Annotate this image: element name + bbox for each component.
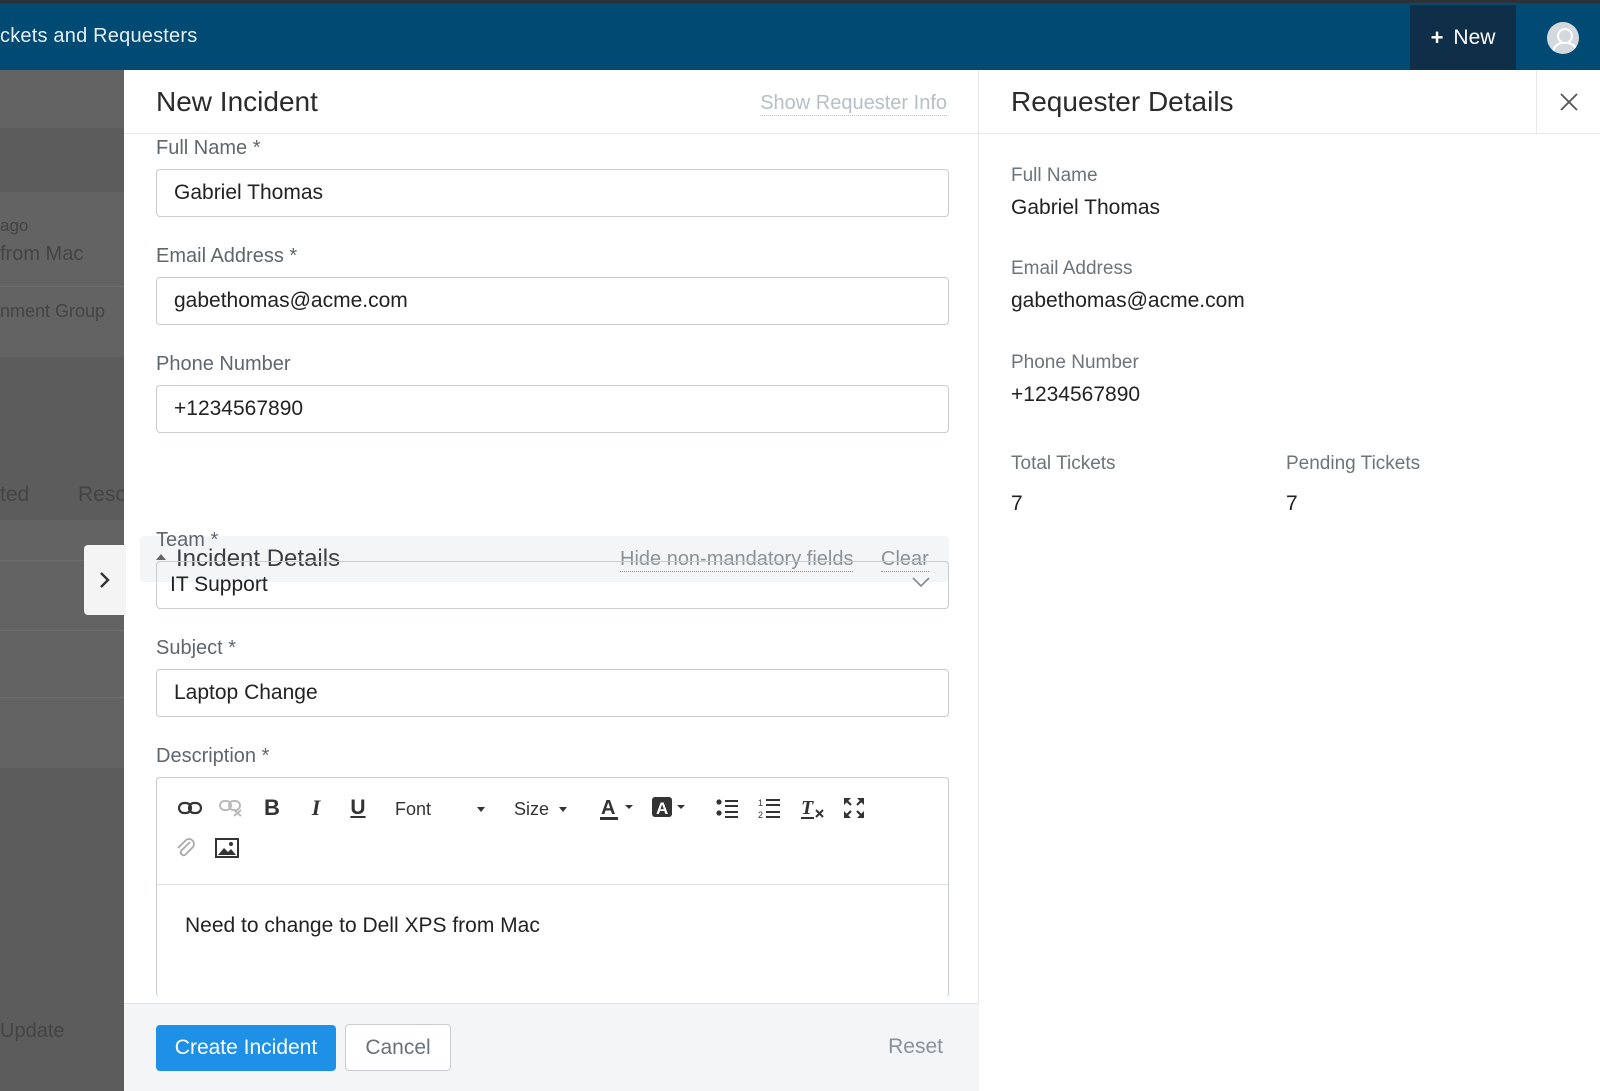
phone-label: Phone Number xyxy=(156,353,291,375)
requester-phone: +1234567890 xyxy=(1011,383,1141,406)
expand-panel-button[interactable] xyxy=(84,545,126,615)
remove-format-icon[interactable]: T xyxy=(797,793,827,823)
bg-text: ted xyxy=(0,483,30,506)
requester-header: Requester Details xyxy=(979,70,1600,134)
bg-divider xyxy=(0,286,124,287)
maximize-icon[interactable] xyxy=(839,793,869,823)
svg-text:T: T xyxy=(801,797,814,819)
svg-text:A: A xyxy=(656,799,668,818)
chevron-down-icon xyxy=(912,577,930,588)
form-header: New Incident Show Requester Info xyxy=(124,70,979,134)
size-dropdown-label: Size xyxy=(514,798,550,819)
team-value: IT Support xyxy=(170,573,268,596)
requester-phone-label: Phone Number xyxy=(1011,352,1139,373)
total-tickets-count[interactable]: 7 xyxy=(1011,492,1023,516)
new-button[interactable]: + New xyxy=(1410,5,1516,70)
caret-up-icon[interactable] xyxy=(156,554,166,560)
plus-icon: + xyxy=(1430,24,1444,50)
form-footer: Create Incident Cancel Reset xyxy=(124,1003,979,1091)
email-field[interactable]: gabethomas@acme.com xyxy=(156,277,949,325)
bg-band xyxy=(0,70,124,128)
pending-tickets-label: Pending Tickets xyxy=(1286,453,1421,474)
requester-email-label: Email Address xyxy=(1011,258,1133,279)
full-name-field[interactable]: Gabriel Thomas xyxy=(156,169,949,217)
form-title: New Incident xyxy=(156,86,318,117)
close-button[interactable] xyxy=(1536,70,1600,134)
full-name-label: Full Name * xyxy=(156,137,261,159)
subject-field[interactable]: Laptop Change xyxy=(156,669,949,717)
bg-divider xyxy=(0,630,124,631)
bg-text: ago xyxy=(0,216,29,235)
bg-text: Update xyxy=(0,1020,65,1042)
bg-text: from Mac xyxy=(0,243,84,265)
requester-name: Gabriel Thomas xyxy=(1011,196,1161,219)
pending-tickets-count[interactable]: 7 xyxy=(1286,492,1298,516)
text-color-icon[interactable]: A xyxy=(597,793,637,823)
editor-toolbar: B I U Font Size A A 1 2 T xyxy=(157,778,948,885)
description-label: Description * xyxy=(156,745,270,767)
numbered-list-icon[interactable]: 12 xyxy=(754,793,784,823)
underline-icon[interactable]: U xyxy=(344,793,372,823)
dropdown-arrow-icon xyxy=(559,806,568,812)
new-button-label: New xyxy=(1453,25,1496,49)
link-icon[interactable] xyxy=(175,793,205,823)
dropdown-arrow-icon xyxy=(477,806,485,812)
image-icon[interactable] xyxy=(212,833,242,863)
chevron-right-icon xyxy=(100,572,110,588)
requester-email: gabethomas@acme.com xyxy=(1011,289,1245,312)
requester-name-label: Full Name xyxy=(1011,165,1098,186)
svg-text:1: 1 xyxy=(758,798,763,808)
create-incident-button[interactable]: Create Incident xyxy=(156,1025,336,1071)
attachment-icon[interactable] xyxy=(171,833,201,863)
team-label: Team * xyxy=(156,529,219,551)
subject-label: Subject * xyxy=(156,637,237,659)
bold-icon[interactable]: B xyxy=(258,793,286,823)
show-requester-info-link[interactable]: Show Requester Info xyxy=(760,92,947,116)
font-dropdown[interactable]: Font xyxy=(395,794,495,824)
description-editor[interactable]: B I U Font Size A A 1 2 T Need to change… xyxy=(156,777,949,997)
app-title[interactable]: ckets and Requesters xyxy=(0,25,197,48)
bg-divider xyxy=(0,697,124,698)
italic-icon[interactable]: I xyxy=(302,793,330,823)
requester-details-panel: Requester Details Full Name Gabriel Thom… xyxy=(979,70,1600,1091)
description-text[interactable]: Need to change to Dell XPS from Mac xyxy=(185,914,540,938)
font-dropdown-label: Font xyxy=(395,798,432,819)
background-color-icon[interactable]: A xyxy=(649,793,689,823)
team-select[interactable]: IT Support xyxy=(156,561,949,609)
unlink-icon[interactable] xyxy=(216,793,246,823)
svg-text:A: A xyxy=(601,797,615,819)
total-tickets-label: Total Tickets xyxy=(1011,453,1116,474)
email-label: Email Address * xyxy=(156,245,298,267)
reset-button[interactable]: Reset xyxy=(888,1035,943,1059)
phone-field[interactable]: +1234567890 xyxy=(156,385,949,433)
bg-text: Reso xyxy=(78,483,124,506)
user-avatar-icon[interactable] xyxy=(1547,22,1579,54)
new-incident-panel: New Incident Show Requester Info Full Na… xyxy=(124,70,979,1091)
bg-text: nment Group xyxy=(0,301,106,321)
bulleted-list-icon[interactable] xyxy=(712,793,742,823)
cancel-button[interactable]: Cancel xyxy=(345,1024,451,1071)
size-dropdown[interactable]: Size xyxy=(514,794,584,824)
svg-text:2: 2 xyxy=(758,810,763,820)
top-app-bar: ckets and Requesters + New xyxy=(0,0,1600,70)
close-icon xyxy=(1559,93,1578,111)
requester-title: Requester Details xyxy=(1011,86,1234,117)
